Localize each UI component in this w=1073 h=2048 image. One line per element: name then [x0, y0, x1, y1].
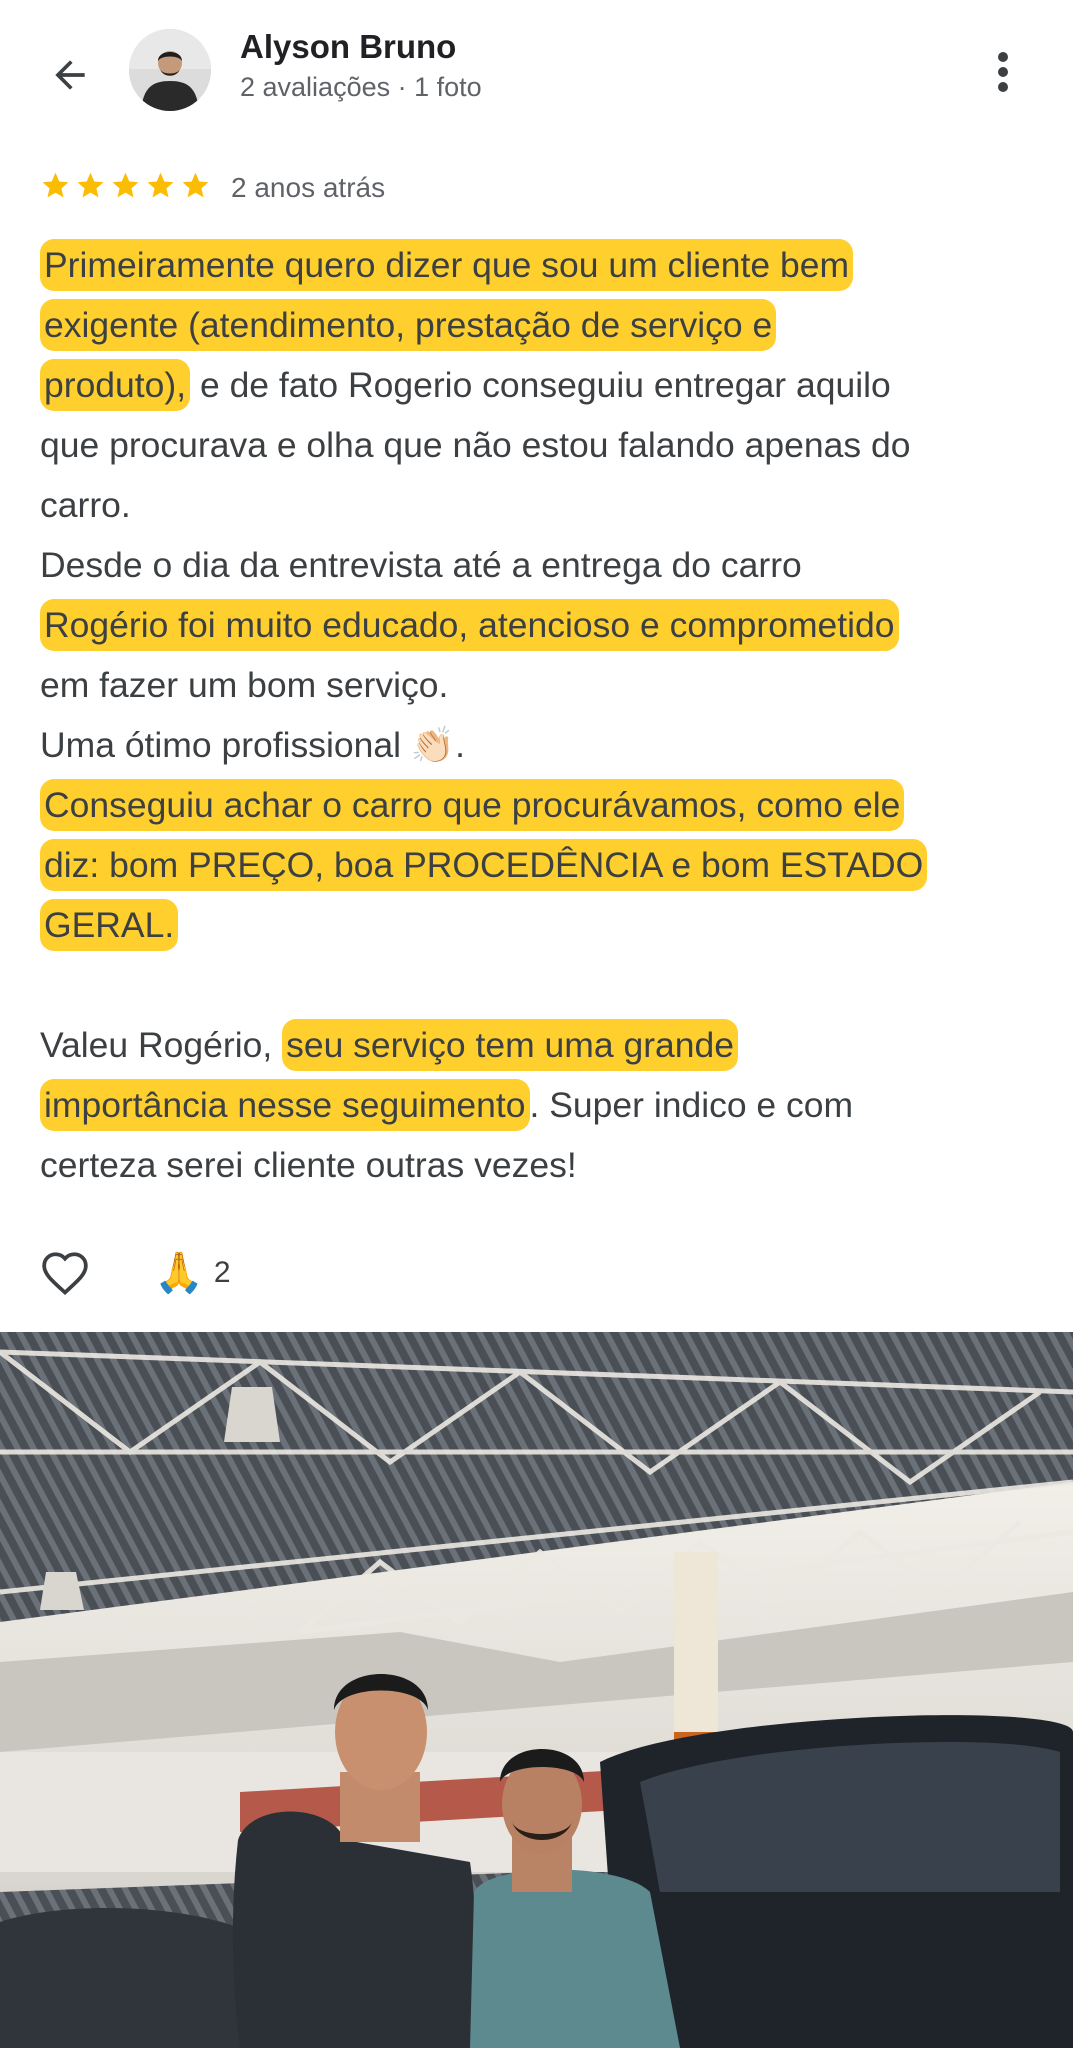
- review-line: carro.: [40, 485, 131, 525]
- highlight: seu serviço tem uma grande: [282, 1019, 738, 1071]
- highlight: importância nesse seguimento: [40, 1079, 530, 1131]
- review-text-span: .: [455, 725, 465, 765]
- review-actions: 🙏 2: [38, 1243, 231, 1303]
- highlight: exigente (atendimento, prestação de serv…: [40, 299, 777, 351]
- highlight: produto),: [40, 359, 191, 411]
- review-line: Conseguiu achar o carro que procurávamos…: [40, 775, 1040, 835]
- highlight: Primeiramente quero dizer que sou um cli…: [40, 239, 854, 291]
- reaction-chip[interactable]: 🙏 2: [154, 1253, 231, 1293]
- highlight: Rogério foi muito educado, atencioso e c…: [40, 599, 899, 651]
- star-icon: [145, 170, 176, 206]
- review-text-span: e de fato Rogerio conseguiu entregar aqu…: [190, 365, 891, 405]
- highlight: diz: bom PREÇO, boa PROCEDÊNCIA e bom ES…: [40, 839, 928, 891]
- review-line: Rogério foi muito educado, atencioso e c…: [40, 595, 1040, 655]
- review-text-span: Valeu Rogério,: [40, 1025, 283, 1065]
- like-button[interactable]: [38, 1246, 92, 1300]
- star-icon: [180, 170, 211, 206]
- review-text-span: Uma ótimo profissional: [40, 725, 411, 765]
- review-line: GERAL.: [40, 895, 1040, 955]
- review-line: certeza serei cliente outras vezes!: [40, 1145, 577, 1185]
- review-header: Alyson Bruno 2 avaliações · 1 foto: [0, 0, 1073, 140]
- review-line: que procurava e olha que não estou falan…: [40, 425, 911, 465]
- review-photo[interactable]: [0, 1332, 1073, 2048]
- review-line: Desde o dia da entrevista até a entrega …: [40, 545, 802, 585]
- review-text: Primeiramente quero dizer que sou um cli…: [40, 235, 1040, 1195]
- clapping-emoji: 👏🏻: [410, 725, 456, 765]
- highlight: GERAL.: [40, 899, 179, 951]
- star-rating: [40, 170, 211, 206]
- more-vert-icon: [998, 52, 1008, 92]
- review-line: Valeu Rogério, seu serviço tem uma grand…: [40, 1015, 1040, 1075]
- star-icon: [110, 170, 141, 206]
- arrow-back-icon: [55, 60, 85, 90]
- author-avatar[interactable]: [129, 29, 211, 111]
- review-line: em fazer um bom serviço.: [40, 665, 449, 705]
- author-meta: 2 avaliações · 1 foto: [240, 72, 482, 102]
- review-line: diz: bom PREÇO, boa PROCEDÊNCIA e bom ES…: [40, 835, 1040, 895]
- heart-outline-icon: [42, 1252, 88, 1296]
- folded-hands-emoji: 🙏: [154, 1251, 204, 1295]
- review-line: produto), e de fato Rogerio conseguiu en…: [40, 355, 1040, 415]
- highlight: Conseguiu achar o carro que procurávamos…: [40, 779, 905, 831]
- author-name[interactable]: Alyson Bruno: [240, 28, 456, 66]
- review-line: exigente (atendimento, prestação de serv…: [40, 295, 1040, 355]
- review-line: Uma ótimo profissional 👏🏻.: [40, 715, 1040, 775]
- review-line: importância nesse seguimento. Super indi…: [40, 1075, 1040, 1135]
- review-line: Primeiramente quero dizer que sou um cli…: [40, 235, 1040, 295]
- star-icon: [40, 170, 71, 206]
- star-icon: [75, 170, 106, 206]
- back-button[interactable]: [40, 45, 100, 105]
- review-date: 2 anos atrás: [231, 172, 386, 203]
- rating-row: 2 anos atrás: [40, 168, 385, 208]
- reaction-count: 2: [213, 1256, 231, 1289]
- more-options-button[interactable]: [978, 42, 1028, 102]
- review-text-span: . Super indico e com: [529, 1085, 854, 1125]
